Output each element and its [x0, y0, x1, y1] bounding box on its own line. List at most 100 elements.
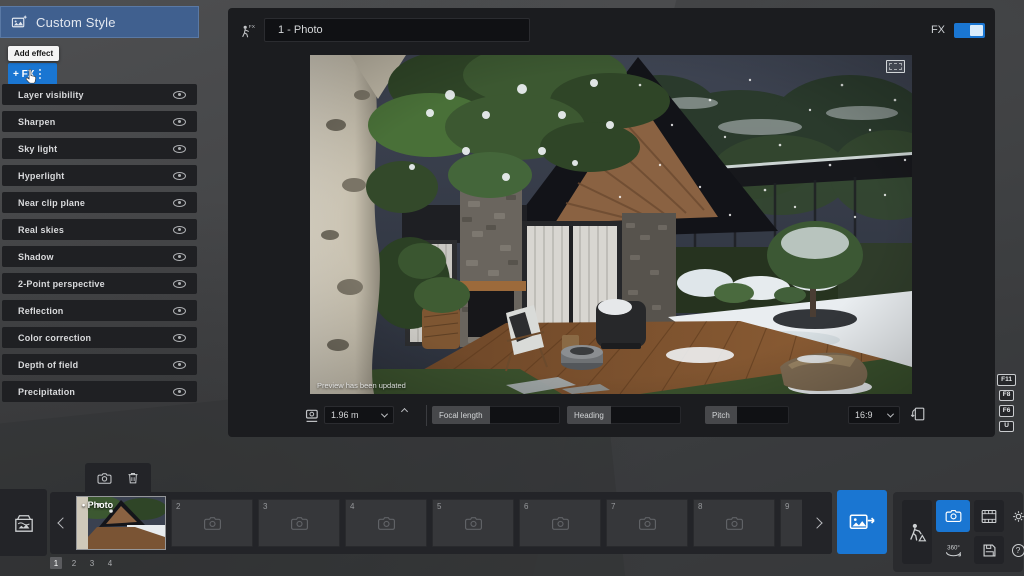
delete-photo-button[interactable] — [127, 471, 139, 485]
slot-number: 8 — [698, 502, 702, 511]
strip-scroll-right-chevron-icon[interactable] — [811, 517, 822, 528]
eye-icon[interactable] — [173, 388, 186, 396]
camera-height-value: 1.96 m — [331, 410, 359, 420]
effect-row-precipitation[interactable]: Precipitation — [2, 381, 197, 402]
build-mode-icon — [906, 522, 929, 543]
help-button[interactable]: ? — [1008, 536, 1024, 564]
pagination-page-1[interactable]: 1 — [50, 557, 62, 569]
effect-row-hyperlight[interactable]: Hyperlight — [2, 165, 197, 186]
effect-label: Layer visibility — [18, 90, 84, 100]
pagination-page-3[interactable]: 3 — [86, 557, 98, 569]
eye-icon[interactable] — [173, 145, 186, 153]
photo-strip: • Photo 2 3 4 5 6 7 — [50, 492, 832, 554]
eye-icon[interactable] — [173, 361, 186, 369]
add-effect-tooltip: Add effect — [8, 46, 59, 61]
slot-number: 2 — [176, 502, 180, 511]
heading-label: Heading — [567, 406, 611, 424]
movie-mode-button[interactable] — [974, 500, 1004, 532]
style-panel: Custom Style Add effect + FX Layer visib… — [0, 6, 199, 38]
slot-number: 9 — [785, 502, 789, 511]
eye-icon[interactable] — [173, 118, 186, 126]
height-increase-chevron-up-icon[interactable] — [401, 408, 408, 415]
eye-icon[interactable] — [173, 199, 186, 207]
orientation-icon[interactable] — [910, 406, 926, 422]
render-photo-button[interactable] — [837, 490, 887, 554]
trash-icon — [127, 471, 139, 485]
effect-row-depth-of-field[interactable]: Depth of field — [2, 354, 197, 375]
eye-icon[interactable] — [173, 91, 186, 99]
effect-label: Real skies — [18, 225, 64, 235]
eye-icon[interactable] — [173, 253, 186, 261]
fullscreen-icon[interactable] — [886, 60, 905, 73]
save-button[interactable] — [974, 536, 1004, 564]
settings-button[interactable] — [1008, 500, 1024, 532]
pagination-page-2[interactable]: 2 — [68, 557, 80, 569]
effect-row-reflection[interactable]: Reflection — [2, 300, 197, 321]
pagination-page-4[interactable]: 4 — [104, 557, 116, 569]
aspect-ratio-select[interactable]: 16:9 — [848, 406, 900, 424]
fx-toggle-knob — [970, 25, 983, 36]
empty-photo-slot-7[interactable]: 7 — [606, 499, 688, 547]
eye-icon[interactable] — [173, 280, 186, 288]
camera-icon — [551, 516, 570, 531]
focal-length-input[interactable] — [490, 406, 560, 424]
effect-row-sky-light[interactable]: Sky light — [2, 138, 197, 159]
svg-text:FX: FX — [249, 24, 256, 30]
render-photo-icon — [849, 512, 876, 532]
capture-photo-button[interactable] — [97, 472, 112, 485]
empty-photo-slot-3[interactable]: 3 — [258, 499, 340, 547]
hotkey-badges: F11 F8 F6 U — [997, 374, 1016, 432]
settings-gear-icon — [1011, 509, 1024, 524]
effect-row-color-correction[interactable]: Color correction — [2, 327, 197, 348]
empty-photo-slot-6[interactable]: 6 — [519, 499, 601, 547]
photo-thumbnail-1-active[interactable]: • Photo — [76, 496, 166, 550]
focal-length-label: Focal length — [432, 406, 490, 424]
hotkey-u[interactable]: U — [999, 421, 1014, 433]
hotkey-f6[interactable]: F6 — [999, 405, 1015, 417]
effect-row-layer-visibility[interactable]: Layer visibility — [2, 84, 197, 105]
photo-collection-button[interactable] — [0, 489, 47, 556]
chevron-down-icon — [381, 410, 388, 417]
empty-photo-slot-8[interactable]: 8 — [693, 499, 775, 547]
photo-mode-button[interactable] — [936, 500, 970, 532]
thumbnail-toolbar — [85, 463, 151, 493]
effect-row-sharpen[interactable]: Sharpen — [2, 111, 197, 132]
chevron-down-icon — [887, 410, 894, 417]
effect-label: Reflection — [18, 306, 64, 316]
empty-photo-slot-2[interactable]: 2 — [171, 499, 253, 547]
aspect-ratio-value: 16:9 — [855, 410, 873, 420]
photo-viewport-panel: FX FX — [228, 8, 995, 437]
slot-number: 7 — [611, 502, 615, 511]
style-header[interactable]: Custom Style — [0, 6, 199, 38]
eye-icon[interactable] — [173, 172, 186, 180]
effect-row-real-skies[interactable]: Real skies — [2, 219, 197, 240]
camera-icon — [377, 516, 396, 531]
eye-icon[interactable] — [173, 226, 186, 234]
panorama-mode-button[interactable]: 360° — [936, 536, 970, 564]
camera-icon — [290, 516, 309, 531]
help-icon: ? — [1012, 544, 1024, 557]
more-options-icon[interactable] — [39, 69, 41, 79]
hotkey-f8[interactable]: F8 — [999, 390, 1015, 402]
empty-photo-slot-4[interactable]: 4 — [345, 499, 427, 547]
fx-toggle[interactable] — [954, 23, 985, 38]
panorama-360-icon: 360° — [943, 543, 964, 558]
strip-scroll-left-chevron-icon[interactable] — [57, 517, 68, 528]
render-preview-image — [310, 55, 912, 394]
heading-input[interactable] — [611, 406, 681, 424]
photo-name-input[interactable] — [264, 18, 530, 42]
effect-row-near-clip-plane[interactable]: Near clip plane — [2, 192, 197, 213]
pitch-input[interactable] — [737, 406, 789, 424]
camera-icon — [203, 516, 222, 531]
hotkey-f11[interactable]: F11 — [997, 374, 1016, 386]
eye-icon[interactable] — [173, 307, 186, 315]
slot-number: 5 — [437, 502, 441, 511]
eye-icon[interactable] — [173, 334, 186, 342]
effect-row-2-point-perspective[interactable]: 2-Point perspective — [2, 273, 197, 294]
build-mode-button[interactable] — [902, 500, 932, 564]
camera-height-select[interactable]: 1.96 m — [324, 406, 394, 424]
effect-row-shadow[interactable]: Shadow — [2, 246, 197, 267]
pitch-field: Pitch — [705, 406, 789, 424]
camera-icon — [464, 516, 483, 531]
empty-photo-slot-5[interactable]: 5 — [432, 499, 514, 547]
